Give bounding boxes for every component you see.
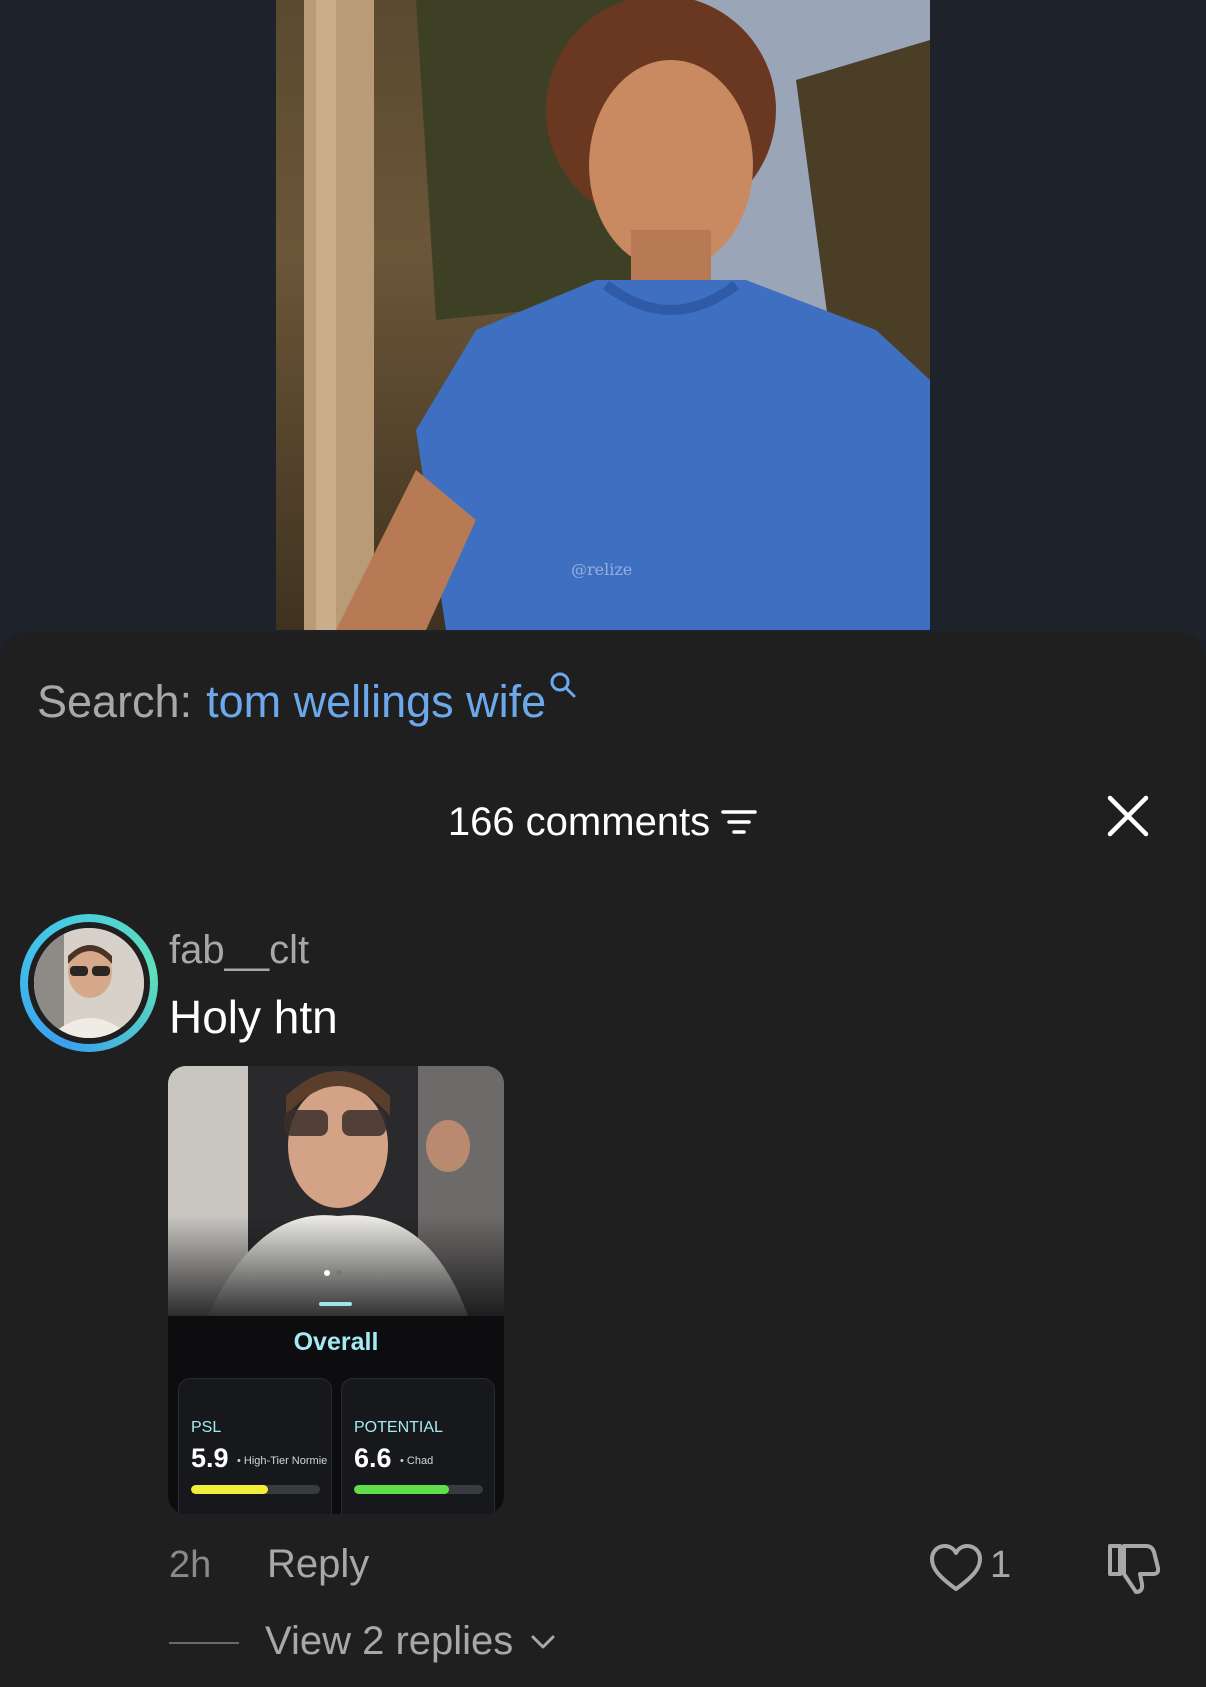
search-query-link[interactable]: tom wellings wife bbox=[206, 676, 546, 728]
potential-bar bbox=[354, 1485, 483, 1494]
reply-button[interactable]: Reply bbox=[267, 1542, 369, 1587]
like-count: 1 bbox=[990, 1544, 1012, 1586]
psl-label: PSL bbox=[191, 1419, 222, 1436]
filter-icon[interactable] bbox=[720, 807, 758, 837]
video-player[interactable]: @relize bbox=[276, 0, 930, 630]
carousel-dot-active bbox=[324, 1270, 330, 1276]
psl-stat: PSL 5.9 • High-Tier Normie bbox=[178, 1378, 332, 1514]
psl-bar bbox=[191, 1485, 320, 1494]
potential-stat: POTENTIAL 6.6 • Chad bbox=[341, 1378, 495, 1514]
replies-divider bbox=[169, 1642, 239, 1644]
potential-label: POTENTIAL bbox=[354, 1419, 443, 1436]
comment-timestamp: 2h bbox=[169, 1544, 212, 1586]
psl-tier: • High-Tier Normie bbox=[237, 1455, 328, 1467]
card-title: Overall bbox=[293, 1328, 379, 1356]
avatar[interactable] bbox=[20, 914, 158, 1052]
potential-tier: • Chad bbox=[400, 1455, 434, 1467]
avatar-image bbox=[34, 928, 144, 1038]
comments-count: 166 comments bbox=[447, 799, 711, 844]
potential-value: 6.6 bbox=[354, 1443, 392, 1473]
video-watermark: @relize bbox=[571, 560, 633, 579]
close-icon[interactable] bbox=[1106, 794, 1150, 838]
psl-bar-fill bbox=[191, 1485, 269, 1494]
avatar-border bbox=[28, 922, 150, 1044]
search-icon bbox=[550, 672, 576, 698]
view-replies-button[interactable]: View 2 replies bbox=[265, 1619, 513, 1664]
chevron-down-icon[interactable] bbox=[530, 1632, 556, 1652]
card-divider bbox=[319, 1302, 352, 1306]
comment-username[interactable]: fab__clt bbox=[169, 928, 309, 973]
search-label: Search: bbox=[37, 676, 193, 727]
comment-image-card[interactable]: Overall PSL 5.9 • High-Tier Normie POTEN… bbox=[168, 1066, 504, 1514]
search-suggestion[interactable]: Search: tom wellings wife bbox=[37, 672, 578, 728]
psl-value: 5.9 bbox=[191, 1443, 229, 1473]
comments-header: 166 comments bbox=[0, 794, 1206, 850]
carousel-dot bbox=[336, 1270, 342, 1276]
dislike-icon[interactable] bbox=[1106, 1540, 1160, 1596]
avatar-photo bbox=[34, 928, 144, 1038]
heart-icon[interactable] bbox=[928, 1542, 984, 1594]
potential-bar-fill bbox=[354, 1485, 450, 1494]
comment-text: Holy htn bbox=[169, 991, 338, 1043]
video-frame-image bbox=[304, 0, 930, 630]
card-photo-fade bbox=[168, 1216, 504, 1336]
carousel-dots bbox=[324, 1270, 342, 1276]
